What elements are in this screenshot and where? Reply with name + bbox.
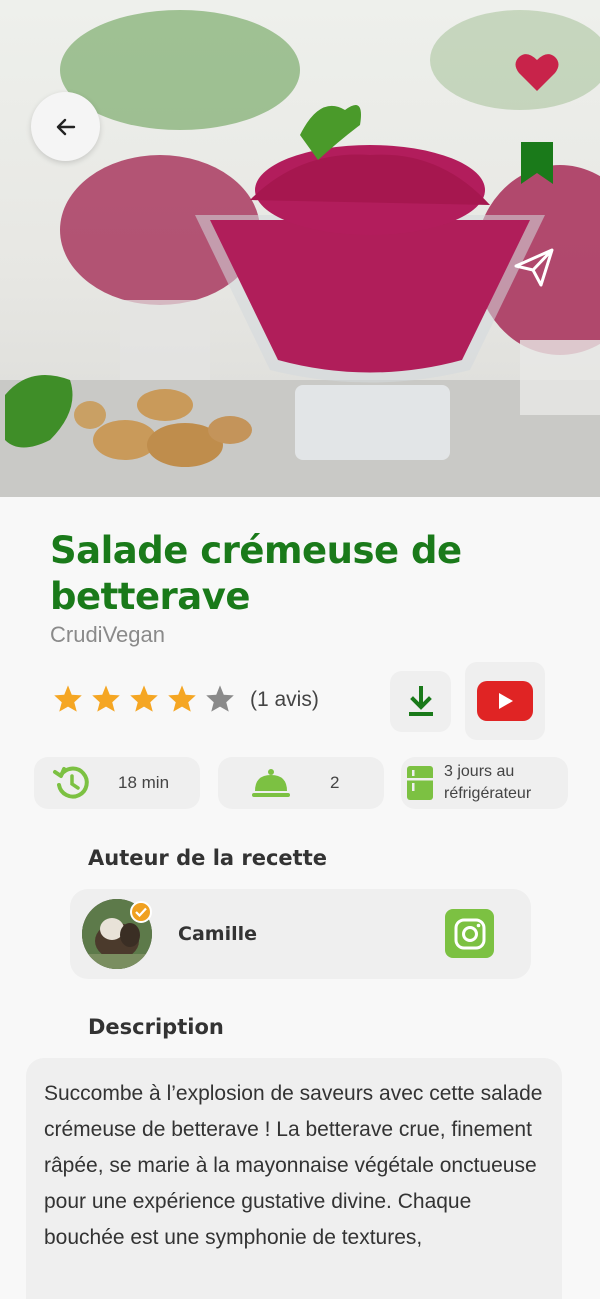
cloche-icon	[252, 769, 290, 797]
servings-label: 2	[330, 773, 340, 792]
author-name[interactable]: Camille	[178, 923, 257, 945]
arrow-left-icon	[56, 118, 75, 135]
storage-label: 3 jours au réfrigérateur	[444, 763, 532, 802]
favorite-button[interactable]	[514, 51, 560, 97]
rating-stars[interactable]	[53, 684, 235, 713]
star-icon	[54, 685, 82, 712]
description-section-title: Description	[88, 1015, 224, 1039]
history-icon	[53, 766, 89, 799]
author-section-title: Auteur de la recette	[88, 846, 327, 870]
download-icon	[408, 685, 433, 716]
storage-chip: 3 jours au réfrigérateur	[401, 757, 568, 809]
description-card: Succombe à l’explosion de saveurs avec c…	[26, 1058, 562, 1299]
recipe-brand[interactable]: CrudiVegan	[50, 622, 165, 648]
send-icon	[514, 248, 554, 287]
check-badge-icon	[135, 907, 147, 917]
youtube-button[interactable]	[465, 662, 545, 740]
share-button[interactable]	[513, 246, 555, 292]
star-icon	[168, 685, 196, 712]
star-empty-icon	[206, 685, 234, 712]
download-button[interactable]	[390, 671, 451, 732]
recipe-hero-image	[0, 0, 600, 497]
servings-chip: 2	[218, 757, 384, 809]
heart-icon	[515, 54, 559, 91]
back-button[interactable]	[31, 92, 100, 161]
recipe-title: Salade crémeuse de betterave	[50, 529, 462, 618]
time-chip: 18 min	[34, 757, 200, 809]
verified-badge	[130, 901, 152, 923]
bookmark-icon	[521, 142, 553, 184]
author-card[interactable]: Camille	[70, 889, 531, 979]
fridge-icon	[407, 766, 433, 800]
time-label: 18 min	[118, 773, 170, 792]
description-text: Succombe à l’explosion de saveurs avec c…	[44, 1082, 543, 1249]
instagram-button[interactable]	[445, 909, 494, 958]
reviews-count[interactable]: (1 avis)	[250, 688, 319, 712]
youtube-icon	[477, 681, 533, 721]
instagram-icon	[454, 918, 485, 949]
salad-photo	[0, 10, 600, 497]
star-icon	[92, 685, 120, 712]
star-icon	[130, 685, 158, 712]
bookmark-button[interactable]	[519, 140, 555, 190]
